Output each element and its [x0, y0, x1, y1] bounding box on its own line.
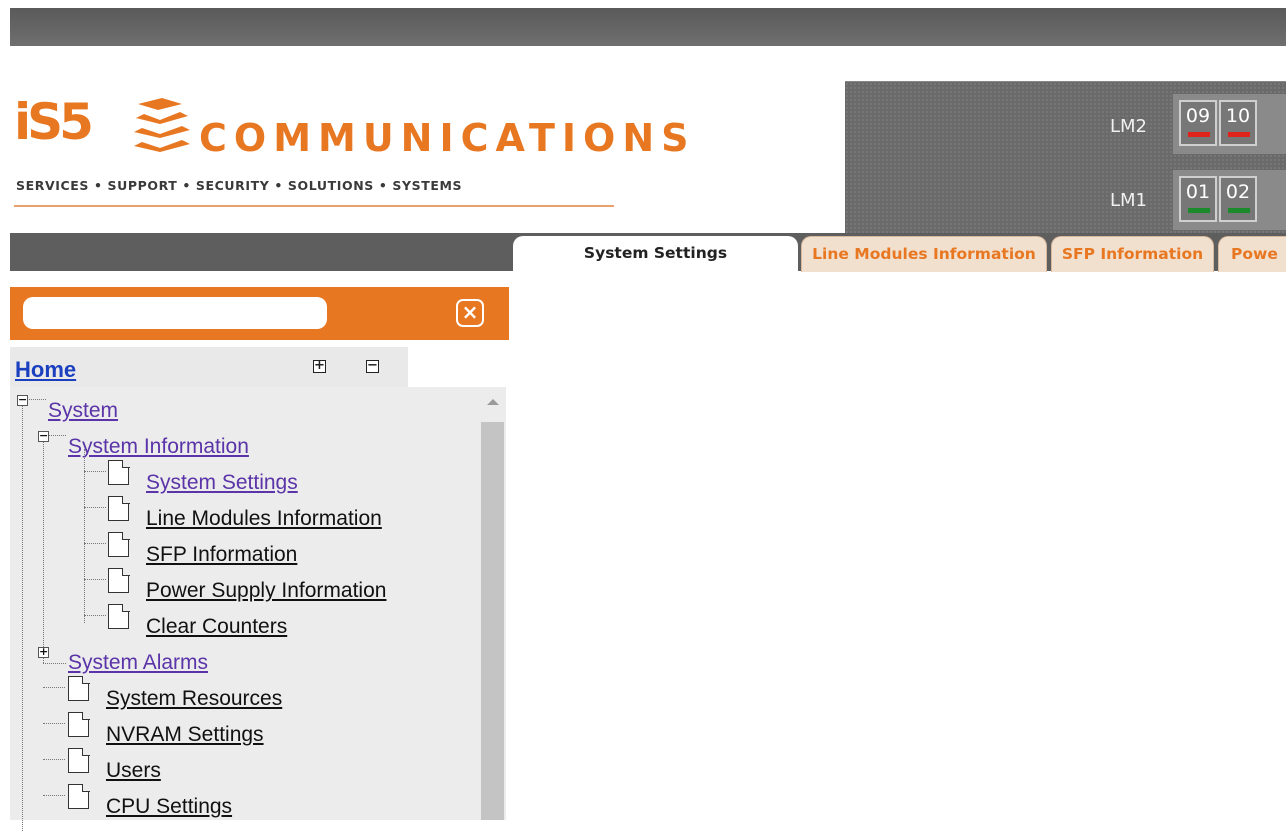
- collapse-all-symbol: −: [367, 358, 378, 373]
- port-number: 09: [1185, 105, 1211, 127]
- tree-node-system[interactable]: System: [48, 398, 118, 424]
- document-icon: [68, 747, 90, 773]
- port-status-led: [1228, 132, 1250, 137]
- collapse-all-icon[interactable]: −: [366, 358, 379, 373]
- module-label-lm2: LM2: [1110, 116, 1148, 137]
- expand-system-alarms-icon[interactable]: +: [38, 645, 49, 658]
- document-icon: [108, 531, 130, 557]
- expander-symbol: −: [39, 429, 49, 442]
- home-link[interactable]: Home: [15, 357, 76, 383]
- tree-node-users[interactable]: Users: [106, 758, 161, 784]
- device-front-panel: LM2 09 10 LM1 01 02: [845, 81, 1286, 235]
- port-number: 02: [1225, 181, 1251, 203]
- tree-connector: [43, 759, 65, 760]
- expand-all-icon[interactable]: +: [313, 358, 326, 373]
- module-lm1-ports: 01 02: [1173, 170, 1286, 230]
- document-icon: [68, 675, 90, 701]
- tree-node-nvram-settings[interactable]: NVRAM Settings: [106, 722, 264, 748]
- document-icon: [108, 459, 130, 485]
- collapse-system-information-icon[interactable]: −: [38, 429, 49, 442]
- port-10[interactable]: 10: [1219, 100, 1257, 146]
- logo-underline: [14, 205, 614, 207]
- tree-node-power-supply-information[interactable]: Power Supply Information: [146, 578, 386, 604]
- port-02[interactable]: 02: [1219, 176, 1257, 222]
- tree-header: Home + −: [10, 347, 408, 387]
- port-status-led: [1228, 208, 1250, 213]
- collapse-system-icon[interactable]: −: [17, 393, 28, 406]
- logo-tagline: SERVICES • SUPPORT • SECURITY • SOLUTION…: [16, 178, 463, 193]
- tree-connector: [84, 615, 106, 616]
- document-icon: [108, 495, 130, 521]
- document-icon: [68, 711, 90, 737]
- tree-node-system-alarms[interactable]: System Alarms: [68, 650, 208, 676]
- tree-connector: [43, 441, 44, 663]
- tab-sfp-information[interactable]: SFP Information: [1051, 236, 1214, 272]
- tree-connector: [84, 507, 106, 508]
- tab-system-settings[interactable]: System Settings: [513, 236, 798, 272]
- expander-symbol: −: [18, 393, 28, 406]
- tree-scrollbar[interactable]: [479, 387, 506, 820]
- module-label-lm1: LM1: [1110, 190, 1148, 211]
- tree-connector: [43, 723, 65, 724]
- tree-node-sfp-information[interactable]: SFP Information: [146, 542, 297, 568]
- top-banner-bar: [10, 8, 1286, 46]
- tab-power-supply-information[interactable]: Powe: [1218, 236, 1286, 272]
- tree-search-bar: ×: [10, 287, 509, 340]
- document-icon: [108, 603, 130, 629]
- navigation-tree: − System − System Information System Set…: [10, 387, 479, 831]
- company-logo: iS5 COMMUNICATIONS SERVICES • SUPPORT • …: [14, 92, 689, 212]
- scroll-up-arrow-icon[interactable]: [487, 399, 499, 405]
- port-status-led: [1188, 132, 1210, 137]
- expand-all-symbol: +: [314, 358, 325, 373]
- tree-node-line-modules-information[interactable]: Line Modules Information: [146, 506, 382, 532]
- document-icon: [68, 783, 90, 809]
- logo-mark: iS5: [14, 93, 94, 151]
- tree-search-input[interactable]: [23, 297, 327, 329]
- tree-connector: [22, 405, 23, 831]
- tree-connector: [43, 795, 65, 796]
- tree-node-system-information[interactable]: System Information: [68, 434, 249, 460]
- close-icon[interactable]: ×: [456, 299, 484, 327]
- module-lm2-ports: 09 10: [1173, 94, 1286, 154]
- tab-line-modules-information[interactable]: Line Modules Information: [801, 236, 1047, 272]
- tree-node-system-settings[interactable]: System Settings: [146, 470, 298, 496]
- tree-connector: [84, 471, 106, 472]
- port-09[interactable]: 09: [1179, 100, 1217, 146]
- tree-connector: [84, 543, 106, 544]
- tree-connector: [84, 449, 85, 623]
- tree-node-clear-counters[interactable]: Clear Counters: [146, 614, 287, 640]
- tree-connector: [43, 663, 66, 664]
- tree-connector: [84, 579, 106, 580]
- logo-wordmark: COMMUNICATIONS: [199, 116, 696, 160]
- port-01[interactable]: 01: [1179, 176, 1217, 222]
- expander-symbol: +: [39, 645, 49, 658]
- tree-node-system-resources[interactable]: System Resources: [106, 686, 282, 712]
- logo-waves-icon: [134, 98, 190, 152]
- document-icon: [108, 567, 130, 593]
- tree-node-cpu-settings[interactable]: CPU Settings: [106, 794, 232, 820]
- tree-connector: [43, 687, 65, 688]
- port-number: 01: [1185, 181, 1211, 203]
- port-number: 10: [1225, 105, 1251, 127]
- scrollbar-thumb[interactable]: [481, 422, 504, 820]
- port-status-led: [1188, 208, 1210, 213]
